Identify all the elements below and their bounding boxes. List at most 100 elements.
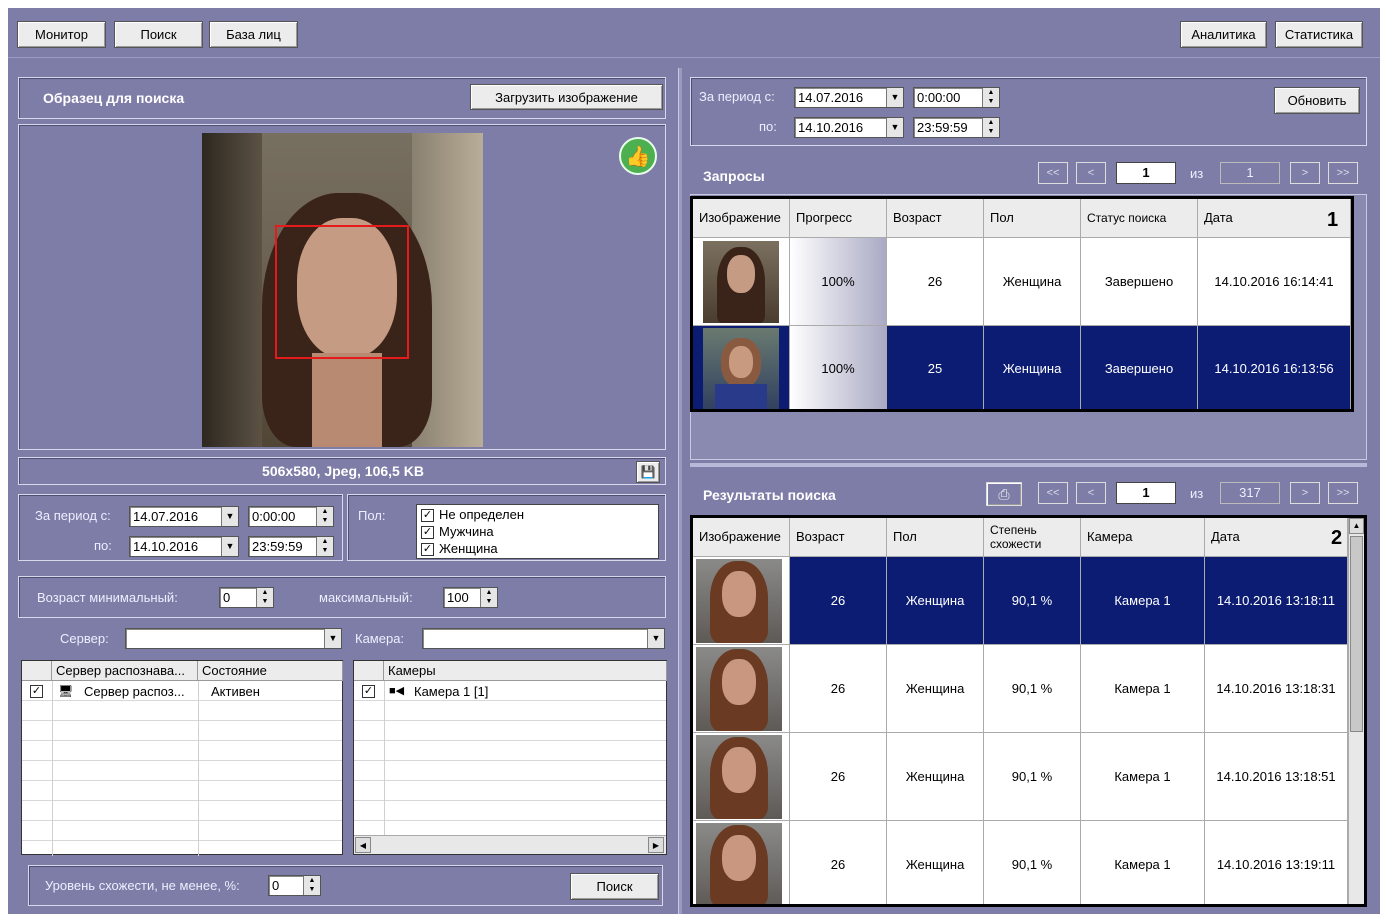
age-max-label: максимальный: <box>319 590 413 605</box>
print-icon[interactable]: ⎙ <box>986 482 1022 506</box>
right-date-from-input[interactable]: 14.07.2016 ▼ <box>794 87 904 108</box>
search-button[interactable]: Поиск <box>114 21 203 48</box>
image-info-bar: 506x580, Jpeg, 106,5 KB 💾 <box>18 457 666 485</box>
chevron-down-icon[interactable]: ▼ <box>647 629 664 648</box>
column-progress[interactable]: Прогресс <box>790 199 887 238</box>
camera-row[interactable]: ✓ ■◀ Камера 1 [1] <box>354 682 666 701</box>
spinner-icon[interactable]: ▲ ▼ <box>316 507 333 526</box>
column-cameras[interactable]: Камеры <box>384 661 667 681</box>
request-thumbnail <box>703 328 779 409</box>
checkbox[interactable]: ✓ <box>421 526 434 540</box>
column-gender[interactable]: Пол <box>887 518 984 557</box>
statistics-button[interactable]: Статистика <box>1275 21 1363 48</box>
results-pager: << < 1 из 317 > >> <box>1038 482 1363 504</box>
left-date-from-input[interactable]: 14.07.2016 ▼ <box>129 506 239 527</box>
callout-marker-2: 2 <box>1331 527 1343 549</box>
result-thumbnail <box>696 559 782 643</box>
run-search-button[interactable]: Поиск <box>570 873 659 900</box>
column-date[interactable]: Дата <box>1205 518 1348 557</box>
image-info-text: 506x580, Jpeg, 106,5 KB <box>262 463 424 479</box>
result-thumbnail <box>696 823 782 904</box>
age-max-input[interactable]: 100 ▲ ▼ <box>443 587 498 608</box>
right-time-to-input[interactable]: 23:59:59 ▲ ▼ <box>913 117 1000 138</box>
left-time-from-input[interactable]: 0:00:00 ▲ ▼ <box>248 506 334 527</box>
spinner-icon[interactable]: ▲ ▼ <box>256 588 273 607</box>
analytics-button[interactable]: Аналитика <box>1180 21 1267 48</box>
checkbox[interactable]: ✓ <box>421 543 434 557</box>
face-detection-frame <box>275 225 409 359</box>
request-row[interactable]: 100% 26 Женщина Завершено 14.10.2016 16:… <box>693 238 1351 326</box>
requests-table: Изображение Прогресс Возраст Пол Статус … <box>690 196 1354 412</box>
age-min-input[interactable]: 0 ▲ ▼ <box>219 587 274 608</box>
column-state[interactable]: Состояние <box>198 661 343 681</box>
last-page-button[interactable]: >> <box>1328 482 1358 504</box>
result-row-selected[interactable]: 26 Женщина 90,1 % Камера 1 14.10.2016 13… <box>693 557 1348 645</box>
spinner-icon[interactable]: ▲ ▼ <box>480 588 497 607</box>
horizontal-scrollbar[interactable]: ◀ ▶ <box>354 835 666 854</box>
camera-select[interactable]: ▼ <box>422 628 665 649</box>
face-base-button[interactable]: База лиц <box>209 21 298 48</box>
column-server[interactable]: Сервер распознава... <box>52 661 198 681</box>
results-table: Изображение Возраст Пол Степень схожести… <box>690 515 1367 907</box>
column-camera[interactable]: Камера <box>1081 518 1205 557</box>
thumbs-up-icon: 👍 <box>619 137 657 175</box>
checkbox[interactable]: ✓ <box>30 685 43 698</box>
first-page-button[interactable]: << <box>1038 162 1068 184</box>
prev-page-button[interactable]: < <box>1076 482 1106 504</box>
server-row[interactable]: ✓ 🖥 Сервер распоз... Активен <box>22 682 342 701</box>
column-age[interactable]: Возраст <box>790 518 887 557</box>
column-similarity[interactable]: Степень схожести <box>984 518 1081 557</box>
last-page-button[interactable]: >> <box>1328 162 1358 184</box>
chevron-down-icon[interactable]: ▼ <box>221 537 238 556</box>
spinner-icon[interactable]: ▲ ▼ <box>303 876 320 895</box>
similarity-input[interactable]: 0 ▲ ▼ <box>268 875 321 896</box>
column-age[interactable]: Возраст <box>887 199 984 238</box>
monitor-button[interactable]: Монитор <box>17 21 106 48</box>
save-image-icon[interactable]: 💾 <box>636 461 660 483</box>
right-period-from-label: За период с: <box>699 89 775 104</box>
chevron-down-icon[interactable]: ▼ <box>221 507 238 526</box>
chevron-down-icon[interactable]: ▼ <box>324 629 341 648</box>
checkbox[interactable]: ✓ <box>362 685 375 698</box>
result-thumbnail <box>696 735 782 819</box>
next-page-button[interactable]: > <box>1290 482 1320 504</box>
sample-title: Образец для поиска <box>43 90 185 106</box>
next-page-button[interactable]: > <box>1290 162 1320 184</box>
gender-group: Пол: ✓ Не определен ✓ Мужчина ✓ Женщина <box>347 494 666 561</box>
vertical-scrollbar[interactable]: ▲ <box>1348 518 1364 904</box>
left-time-to-input[interactable]: 23:59:59 ▲ ▼ <box>248 536 334 557</box>
spinner-icon[interactable]: ▲ ▼ <box>982 88 999 107</box>
spinner-icon[interactable]: ▲ ▼ <box>982 118 999 137</box>
column-gender[interactable]: Пол <box>984 199 1081 238</box>
period-to-label: по: <box>94 538 112 553</box>
right-date-to-input[interactable]: 14.10.2016 ▼ <box>794 117 904 138</box>
refresh-button[interactable]: Обновить <box>1274 87 1360 114</box>
gender-option-female[interactable]: ✓ Женщина <box>421 540 654 557</box>
horizontal-splitter[interactable] <box>690 463 1367 467</box>
left-date-to-input[interactable]: 14.10.2016 ▼ <box>129 536 239 557</box>
load-image-button[interactable]: Загрузить изображение <box>470 84 663 110</box>
gender-option-undefined[interactable]: ✓ Не определен <box>421 506 654 523</box>
chevron-down-icon[interactable]: ▼ <box>886 118 903 137</box>
server-label: Сервер: <box>60 631 109 646</box>
gender-option-male[interactable]: ✓ Мужчина <box>421 523 654 540</box>
page-input[interactable]: 1 <box>1116 482 1176 504</box>
result-row[interactable]: 26 Женщина 90,1 % Камера 1 14.10.2016 13… <box>693 733 1348 821</box>
page-input[interactable]: 1 <box>1116 162 1176 184</box>
column-image[interactable]: Изображение <box>693 199 790 238</box>
server-select[interactable]: ▼ <box>125 628 342 649</box>
prev-page-button[interactable]: < <box>1076 162 1106 184</box>
sample-face-image <box>202 133 483 447</box>
column-status[interactable]: Статус поиска <box>1081 199 1198 238</box>
request-row-selected[interactable]: 100% 25 Женщина Завершено 14.10.2016 16:… <box>693 326 1351 409</box>
result-row[interactable]: 26 Женщина 90,1 % Камера 1 14.10.2016 13… <box>693 821 1348 904</box>
checkbox[interactable]: ✓ <box>421 509 434 523</box>
scrollbar-thumb[interactable] <box>1350 536 1363 732</box>
result-row[interactable]: 26 Женщина 90,1 % Камера 1 14.10.2016 13… <box>693 645 1348 733</box>
first-page-button[interactable]: << <box>1038 482 1068 504</box>
column-image[interactable]: Изображение <box>693 518 790 557</box>
spinner-icon[interactable]: ▲ ▼ <box>316 537 333 556</box>
vertical-splitter[interactable] <box>678 68 682 914</box>
chevron-down-icon[interactable]: ▼ <box>886 88 903 107</box>
right-time-from-input[interactable]: 0:00:00 ▲ ▼ <box>913 87 1000 108</box>
